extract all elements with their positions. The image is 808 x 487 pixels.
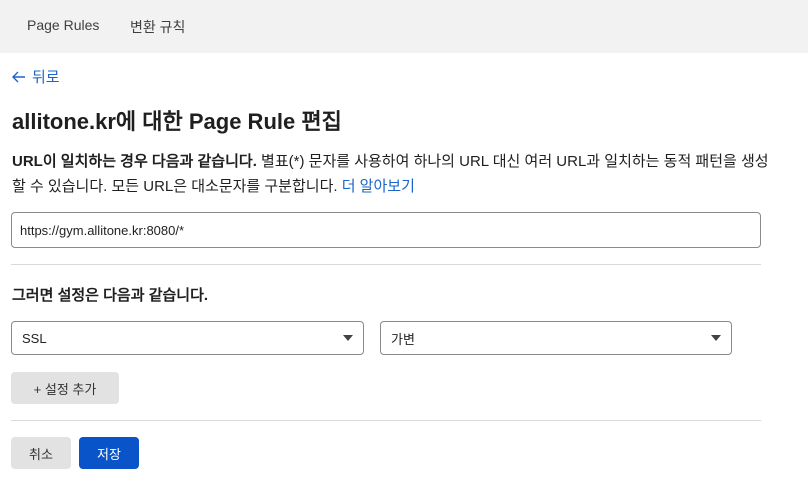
rule-description: URL이 일치하는 경우 다음과 같습니다. 별표(*) 문자를 사용하여 하나… — [12, 149, 772, 199]
setting-name-value: SSL — [22, 330, 47, 346]
setting-value-select[interactable]: 가변 — [380, 321, 732, 355]
back-label: 뒤로 — [32, 69, 60, 86]
setting-value-value: 가변 — [391, 331, 415, 347]
setting-name-select[interactable]: SSL — [11, 321, 364, 355]
learn-more-link[interactable]: 더 알아보기 — [342, 178, 415, 195]
tab-page-rules[interactable]: Page Rules — [27, 17, 99, 33]
divider — [11, 420, 761, 421]
divider — [11, 264, 761, 265]
add-setting-button[interactable]: + 설정 추가 — [11, 372, 119, 404]
chevron-down-icon — [711, 335, 721, 341]
tab-transform-rules[interactable]: 변환 규칙 — [130, 17, 185, 37]
cancel-button[interactable]: 취소 — [11, 437, 71, 469]
settings-title: 그러면 설정은 다음과 같습니다. — [12, 287, 209, 304]
page-title: allitone.kr에 대한 Page Rule 편집 — [12, 109, 342, 134]
url-pattern-input[interactable] — [11, 212, 761, 248]
top-nav-bar: Page Rules 변환 규칙 — [0, 0, 808, 53]
description-bold: URL이 일치하는 경우 다음과 같습니다. — [12, 153, 257, 170]
save-button[interactable]: 저장 — [79, 437, 139, 469]
back-link[interactable]: 뒤로 — [12, 66, 60, 87]
arrow-left-icon — [12, 71, 25, 82]
chevron-down-icon — [343, 335, 353, 341]
